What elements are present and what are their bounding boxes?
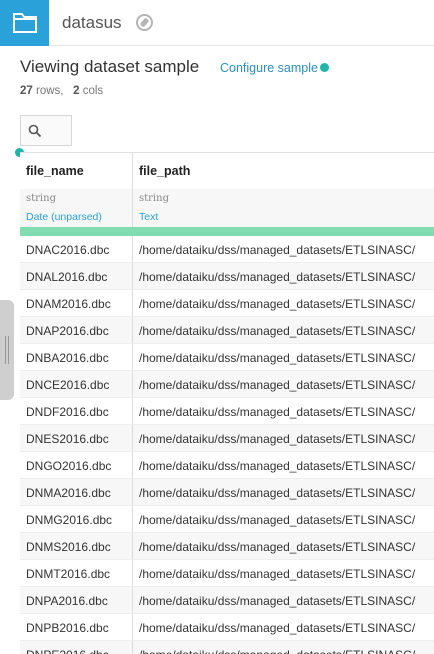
table-row[interactable]: DNPB2016.dbc/home/dataiku/dss/managed_da… [20,614,434,641]
table-row[interactable]: DNGO2016.dbc/home/dataiku/dss/managed_da… [20,452,434,479]
table-row[interactable]: DNDF2016.dbc/home/dataiku/dss/managed_da… [20,398,434,425]
rows-count: 27 [20,85,33,97]
table-row[interactable]: DNAM2016.dbc/home/dataiku/dss/managed_da… [20,290,434,317]
cell-file-name[interactable]: DNMG2016.dbc [20,506,133,532]
cell-file-name[interactable]: DNAL2016.dbc [20,263,133,289]
cell-file-path[interactable]: /home/dataiku/dss/managed_datasets/ETLSI… [133,506,434,532]
cell-file-name[interactable]: DNAP2016.dbc [20,317,133,343]
dataset-folder-button[interactable] [0,0,49,46]
cols-label: cols [82,85,104,97]
column-storage-type: string [26,193,56,204]
cell-file-name[interactable]: DNAM2016.dbc [20,290,133,316]
cell-file-path[interactable]: /home/dataiku/dss/managed_datasets/ETLSI… [133,290,434,316]
cell-file-name[interactable]: DNES2016.dbc [20,425,133,451]
column-name[interactable]: file_path [139,164,190,178]
column-header-file-name[interactable]: file_name string Date (unparsed) [20,153,133,227]
rows-label: rows, [36,85,64,97]
cell-file-path[interactable]: /home/dataiku/dss/managed_datasets/ETLSI… [133,641,434,654]
table-row[interactable]: DNPA2016.dbc/home/dataiku/dss/managed_da… [20,587,434,614]
page-title: Viewing dataset sample [20,57,200,76]
column-storage-type: string [139,193,169,204]
cell-file-path[interactable]: /home/dataiku/dss/managed_datasets/ETLSI… [133,263,434,289]
table-body: DNAC2016.dbc/home/dataiku/dss/managed_da… [20,236,434,654]
cell-file-path[interactable]: /home/dataiku/dss/managed_datasets/ETLSI… [133,614,434,640]
cell-file-name[interactable]: DNDF2016.dbc [20,398,133,424]
table-row[interactable]: DNBA2016.dbc/home/dataiku/dss/managed_da… [20,344,434,371]
cell-file-name[interactable]: DNMT2016.dbc [20,560,133,586]
compass-icon[interactable] [136,14,153,31]
configure-sample-link[interactable]: Configure sample [220,61,318,75]
cell-file-name[interactable]: DNCE2016.dbc [20,371,133,397]
dataset-stats: 27 rows, 2 cols [20,85,103,97]
cell-file-name[interactable]: DNGO2016.dbc [20,452,133,478]
cell-file-path[interactable]: /home/dataiku/dss/managed_datasets/ETLSI… [133,425,434,451]
column-name[interactable]: file_name [26,164,84,178]
data-table: file_name string Date (unparsed) file_pa… [20,152,434,654]
cell-file-path[interactable]: /home/dataiku/dss/managed_datasets/ETLSI… [133,317,434,343]
cell-file-path[interactable]: /home/dataiku/dss/managed_datasets/ETLSI… [133,398,434,424]
table-row[interactable]: DNPE2016.dbc/home/dataiku/dss/managed_da… [20,641,434,654]
cell-file-name[interactable]: DNAC2016.dbc [20,236,133,262]
cell-file-path[interactable]: /home/dataiku/dss/managed_datasets/ETLSI… [133,236,434,262]
cols-count: 2 [73,85,80,97]
table-row[interactable]: DNMA2016.dbc/home/dataiku/dss/managed_da… [20,479,434,506]
cell-file-name[interactable]: DNMS2016.dbc [20,533,133,559]
table-row[interactable]: DNES2016.dbc/home/dataiku/dss/managed_da… [20,425,434,452]
dataset-name[interactable]: datasus [62,13,122,33]
column-meaning[interactable]: Date (unparsed) [26,211,102,223]
cell-file-path[interactable]: /home/dataiku/dss/managed_datasets/ETLSI… [133,479,434,505]
grip-icon [5,336,9,364]
search-button[interactable] [20,115,72,146]
status-dot-icon [320,63,329,72]
data-quality-bar[interactable] [20,227,434,236]
cell-file-path[interactable]: /home/dataiku/dss/managed_datasets/ETLSI… [133,371,434,397]
table-row[interactable]: DNAP2016.dbc/home/dataiku/dss/managed_da… [20,317,434,344]
table-row[interactable]: DNMG2016.dbc/home/dataiku/dss/managed_da… [20,506,434,533]
cell-file-path[interactable]: /home/dataiku/dss/managed_datasets/ETLSI… [133,560,434,586]
cell-file-path[interactable]: /home/dataiku/dss/managed_datasets/ETLSI… [133,344,434,370]
table-header: file_name string Date (unparsed) file_pa… [20,153,434,227]
cell-file-path[interactable]: /home/dataiku/dss/managed_datasets/ETLSI… [133,587,434,613]
column-header-file-path[interactable]: file_path string Text [133,153,434,227]
cell-file-path[interactable]: /home/dataiku/dss/managed_datasets/ETLSI… [133,533,434,559]
cell-file-name[interactable]: DNPB2016.dbc [20,614,133,640]
table-row[interactable]: DNAL2016.dbc/home/dataiku/dss/managed_da… [20,263,434,290]
top-bar: datasus [0,0,434,46]
cell-file-name[interactable]: DNPA2016.dbc [20,587,133,613]
table-row[interactable]: DNAC2016.dbc/home/dataiku/dss/managed_da… [20,236,434,263]
side-panel-handle[interactable] [0,300,14,400]
column-meaning[interactable]: Text [139,211,158,223]
cell-file-name[interactable]: DNBA2016.dbc [20,344,133,370]
table-row[interactable]: DNMS2016.dbc/home/dataiku/dss/managed_da… [20,533,434,560]
cell-file-path[interactable]: /home/dataiku/dss/managed_datasets/ETLSI… [133,452,434,478]
cell-file-name[interactable]: DNPE2016.dbc [20,641,133,654]
table-row[interactable]: DNMT2016.dbc/home/dataiku/dss/managed_da… [20,560,434,587]
table-row[interactable]: DNCE2016.dbc/home/dataiku/dss/managed_da… [20,371,434,398]
cell-file-name[interactable]: DNMA2016.dbc [20,479,133,505]
